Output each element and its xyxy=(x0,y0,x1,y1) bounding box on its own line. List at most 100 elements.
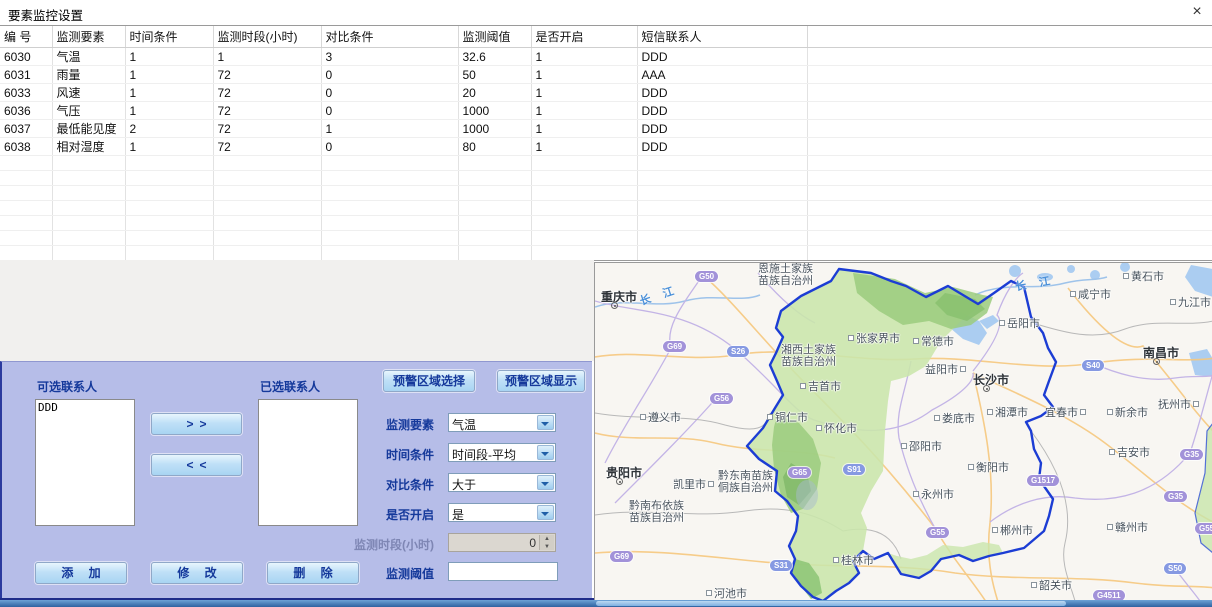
column-header[interactable]: 时间条件 xyxy=(125,26,213,48)
city-name: 韶关市 xyxy=(1039,580,1072,592)
table-row[interactable]: 6031雨量1720501AAA xyxy=(0,66,1212,84)
map-district-label: 黔南布依族苗族自治州 xyxy=(629,500,684,524)
map-city-label: 湘潭市 xyxy=(985,404,1028,420)
city-marker-icon xyxy=(1070,291,1076,297)
map-city-label: 韶关市 xyxy=(1029,577,1072,593)
table-cell-filler xyxy=(807,102,1212,120)
map-city-label: 重庆市 xyxy=(601,288,637,305)
table-empty-row[interactable] xyxy=(0,171,1212,186)
column-header[interactable]: 对比条件 xyxy=(321,26,458,48)
field-dropdown[interactable]: 气温 xyxy=(448,413,556,432)
table-cell-empty xyxy=(807,186,1212,201)
table-empty-row[interactable] xyxy=(0,216,1212,231)
column-header[interactable]: 短信联系人 xyxy=(637,26,807,48)
table-cell: 6033 xyxy=(0,84,52,102)
move-right-button[interactable]: >> xyxy=(151,413,242,435)
road-badge: G4511 xyxy=(1093,590,1125,600)
modify-button[interactable]: 修 改 xyxy=(151,562,243,584)
column-header[interactable]: 监测时段(小时) xyxy=(213,26,321,48)
table-row[interactable]: 6033风速1720201DDD xyxy=(0,84,1212,102)
table-cell-empty xyxy=(458,201,531,216)
threshold-input[interactable] xyxy=(448,562,558,581)
field-dropdown[interactable]: 大于 xyxy=(448,473,556,492)
city-marker-icon xyxy=(934,415,940,421)
table-cell-empty xyxy=(807,201,1212,216)
table-cell-empty xyxy=(0,156,52,171)
table-cell-filler xyxy=(807,120,1212,138)
settings-panel: 可选联系人 已选联系人 DDD >> << 添 加 修 改 删 除 预警区域选择… xyxy=(0,361,592,600)
field-label: 是否开启 xyxy=(344,506,434,523)
road-badge: G69 xyxy=(663,341,686,352)
add-button[interactable]: 添 加 xyxy=(35,562,127,584)
table-empty-row[interactable] xyxy=(0,186,1212,201)
map-city-label: 宜春市 xyxy=(1045,404,1088,420)
table-cell-empty xyxy=(321,156,458,171)
contact-list-item[interactable]: DDD xyxy=(36,400,134,415)
table-empty-row[interactable] xyxy=(0,156,1212,171)
city-marker-icon xyxy=(913,491,919,497)
warning-area-display-button[interactable]: 预警区域显示 xyxy=(497,370,585,392)
field-dropdown[interactable]: 时间段-平均 xyxy=(448,443,556,462)
map-city-label: 抚州市 xyxy=(1158,396,1201,412)
map-city-label: 张家界市 xyxy=(846,330,900,346)
table-cell: 1 xyxy=(531,48,637,66)
table-cell-filler xyxy=(807,66,1212,84)
city-marker-icon xyxy=(706,590,712,596)
table-cell-empty xyxy=(125,171,213,186)
table-cell: 72 xyxy=(213,120,321,138)
city-marker-icon xyxy=(1107,524,1113,530)
table-cell: 1 xyxy=(125,138,213,156)
city-name: 遵义市 xyxy=(648,412,681,424)
move-left-icon: << xyxy=(186,455,212,475)
road-badge: G35 xyxy=(1164,491,1187,502)
warning-area-select-button[interactable]: 预警区域选择 xyxy=(383,370,475,392)
table-cell-empty xyxy=(213,156,321,171)
column-header[interactable]: 是否开启 xyxy=(531,26,637,48)
monitor-table: 编 号监测要素时间条件监测时段(小时)对比条件监测阈值是否开启短信联系人 603… xyxy=(0,25,1212,261)
map-city-label: 邵阳市 xyxy=(899,438,942,454)
available-contacts-list[interactable]: DDD xyxy=(35,399,135,526)
table-cell-empty xyxy=(125,216,213,231)
move-left-button[interactable]: << xyxy=(151,454,242,476)
city-marker-icon xyxy=(833,557,839,563)
available-contacts-label: 可选联系人 xyxy=(37,378,97,395)
table-cell: 1 xyxy=(531,138,637,156)
horizontal-scrollbar[interactable] xyxy=(0,600,1212,607)
table-empty-row[interactable] xyxy=(0,231,1212,246)
scrollbar-thumb[interactable] xyxy=(596,601,1066,606)
table-row[interactable]: 6030气温11332.61DDD xyxy=(0,48,1212,66)
table-row[interactable]: 6037最低能见度272110001DDD xyxy=(0,120,1212,138)
city-name: 重庆市 xyxy=(601,290,637,304)
table-cell-empty xyxy=(637,261,807,262)
table-cell-empty xyxy=(125,246,213,261)
table-row[interactable]: 6036气压172010001DDD xyxy=(0,102,1212,120)
close-icon[interactable]: × xyxy=(1186,1,1208,23)
selected-contacts-list[interactable] xyxy=(258,399,358,526)
column-header[interactable]: 监测要素 xyxy=(52,26,125,48)
table-empty-row[interactable] xyxy=(0,246,1212,261)
column-header[interactable]: 监测阈值 xyxy=(458,26,531,48)
map-city-label: 岳阳市 xyxy=(997,315,1040,331)
table-cell-empty xyxy=(637,216,807,231)
table-cell: 72 xyxy=(213,84,321,102)
table-row[interactable]: 6038相对湿度1720801DDD xyxy=(0,138,1212,156)
table-cell-empty xyxy=(458,156,531,171)
table-cell: DDD xyxy=(637,120,807,138)
city-name: 九江市 xyxy=(1178,297,1211,309)
city-marker-icon xyxy=(708,481,714,487)
warning-area-map[interactable]: 重庆市遵义市贵阳市凯里市河池市桂林市铜仁市吉首市张家界市常德市岳阳市益阳市长沙市… xyxy=(594,262,1212,600)
table-cell: 6037 xyxy=(0,120,52,138)
field-dropdown[interactable]: 是 xyxy=(448,503,556,522)
table-cell-empty xyxy=(807,216,1212,231)
map-city-label: 遵义市 xyxy=(638,409,681,425)
map-city-label: 九江市 xyxy=(1168,294,1211,310)
titlebar: 要素监控设置 × xyxy=(0,0,1212,25)
table-cell-empty xyxy=(807,246,1212,261)
modify-button-label: 修 改 xyxy=(177,563,222,583)
table-empty-row[interactable] xyxy=(0,201,1212,216)
column-header[interactable]: 编 号 xyxy=(0,26,52,48)
table-cell: 1 xyxy=(531,120,637,138)
table-cell-empty xyxy=(0,201,52,216)
city-name: 河池市 xyxy=(714,588,747,600)
city-marker-icon xyxy=(1123,273,1129,279)
